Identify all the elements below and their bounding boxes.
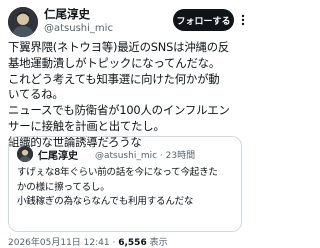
post-text-line: サーに接触を計画と出てたし。 xyxy=(8,118,165,133)
quoted-meta: @atsushi_mic · 23時間 xyxy=(95,151,196,161)
more-icon[interactable] xyxy=(238,14,248,26)
post-text-line: ニュースでも防衛省が100人のインフルエン xyxy=(8,103,230,118)
post-text-line: 基地運動潰しがトピックになってんだな。 xyxy=(8,55,221,70)
quoted-avatar-image xyxy=(17,146,33,162)
post-footer: 2026年05月11日 12:41 · 6,556 表示 xyxy=(8,235,168,248)
post-card: 仁尾淳史 @atsushi_mic フォローする 下翼界隈(ネトウヨ等)最近のS… xyxy=(0,0,250,248)
quoted-time: 23時間 xyxy=(165,151,196,161)
post-header: 仁尾淳史 @atsushi_mic フォローする xyxy=(8,6,245,38)
post-text-line: これどう考えても知事選に向けた何かが動 xyxy=(8,71,220,86)
post-text-line: 下翼界隈(ネトウヨ等)最近のSNSは沖縄の反 xyxy=(8,40,230,54)
quoted-text-line: 小銭稼ぎの為ならなんでも利用するんだな xyxy=(17,196,194,207)
quoted-post-header: 仁尾淳史 @atsushi_mic · 23時間 xyxy=(17,145,237,163)
author-names: 仁尾淳史 @atsushi_mic xyxy=(44,7,113,35)
avatar[interactable] xyxy=(8,7,38,37)
quoted-text-line: かの様に擦ってるし。 xyxy=(17,181,110,193)
author-handle[interactable]: @atsushi_mic xyxy=(44,22,113,35)
post-text: 下翼界隈(ネトウヨ等)最近のSNSは沖縄の反 基地運動潰しがトピックになってんだ… xyxy=(8,40,244,151)
follow-button[interactable]: フォローする xyxy=(173,9,234,31)
post-text-line: いてるね。 xyxy=(8,87,64,102)
quoted-display-name: 仁尾淳史 xyxy=(38,151,78,162)
quoted-avatar xyxy=(17,146,33,162)
quoted-handle: @atsushi_mic xyxy=(95,151,158,161)
author-display-name[interactable]: 仁尾淳史 xyxy=(44,7,113,22)
avatar-image xyxy=(8,7,38,37)
quoted-text-line: すげぇな8年ぐらい前の話を今になって今起きた xyxy=(17,167,218,178)
quoted-text: すげぇな8年ぐらい前の話を今になって今起きた かの様に擦ってるし。 小銭稼ぎの為… xyxy=(17,166,233,210)
quoted-post[interactable]: 仁尾淳史 @atsushi_mic · 23時間 すげぇな8年ぐらい前の話を今に… xyxy=(8,136,242,232)
